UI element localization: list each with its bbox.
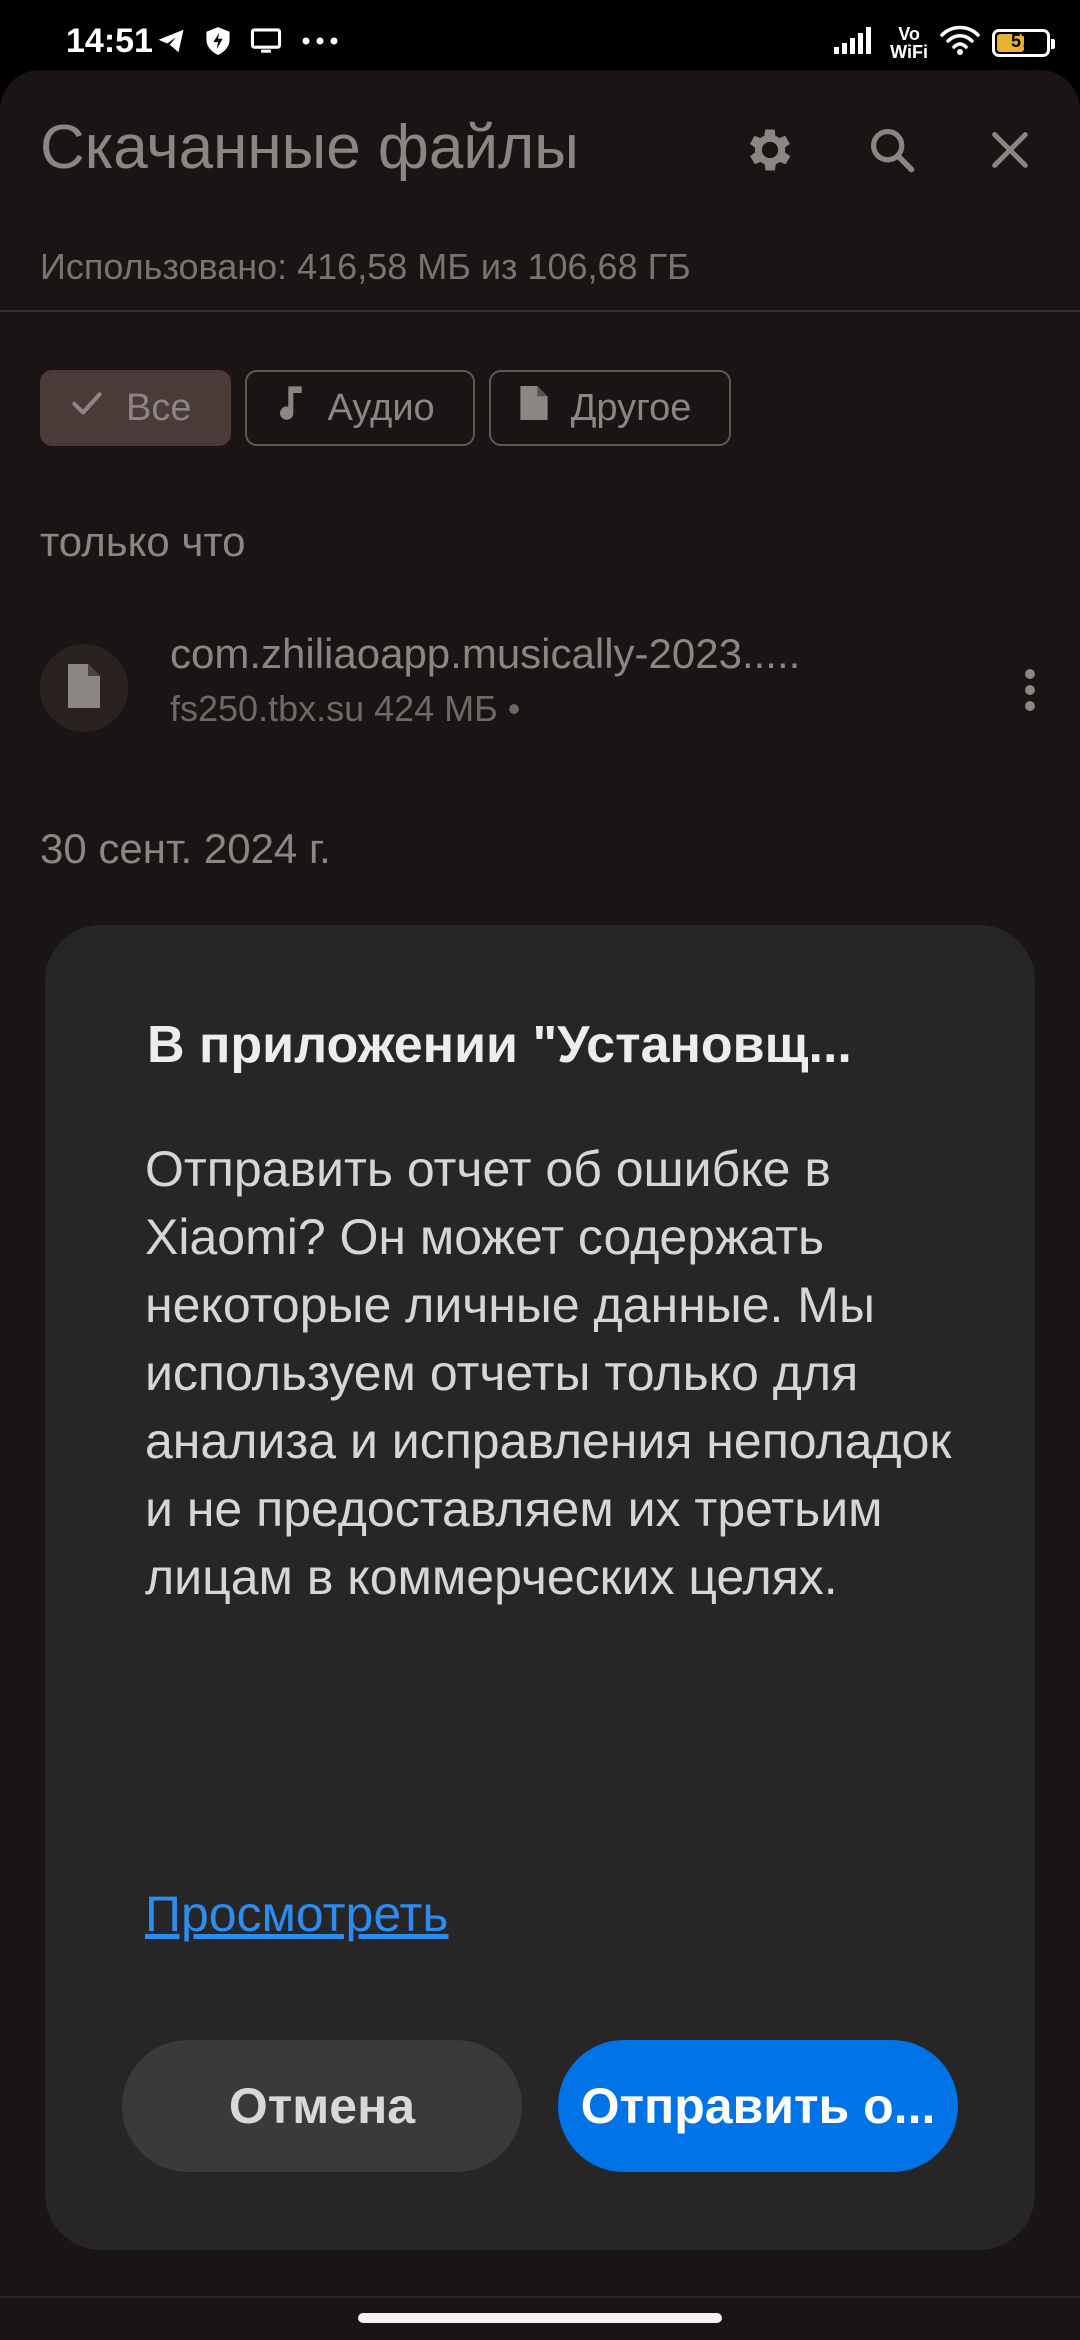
dialog-title: В приложении "Установщ...	[147, 1016, 852, 1074]
section-header: 30 сент. 2024 г.	[40, 825, 331, 872]
battery-tip	[1051, 38, 1055, 49]
status-notification-icons	[156, 26, 340, 61]
file-type-avatar	[40, 644, 128, 732]
telegram-icon	[156, 26, 186, 61]
vowifi-bottom: WiFi	[890, 41, 928, 62]
chip-audio[interactable]: Аудио	[245, 370, 475, 446]
chip-all[interactable]: Все	[40, 370, 232, 446]
chip-label: Все	[126, 386, 192, 429]
gear-icon[interactable]	[740, 120, 800, 180]
check-icon	[68, 384, 106, 432]
shield-icon	[204, 26, 232, 61]
header-divider	[0, 310, 1080, 312]
cancel-button[interactable]: Отмена	[122, 2040, 522, 2172]
monitor-icon	[250, 26, 282, 61]
vowifi-indicator: Vo WiFi	[890, 25, 928, 61]
more-vert-icon[interactable]	[1010, 650, 1050, 730]
file-icon	[64, 661, 104, 716]
send-report-button[interactable]: Отправить о...	[558, 2040, 958, 2172]
signal-icon	[834, 25, 878, 60]
chip-label: Другое	[570, 386, 692, 429]
file-list-item[interactable]: com.zhiliaoapp.musically-2023..... fs250…	[40, 630, 1050, 750]
music-note-icon	[273, 383, 307, 433]
close-icon[interactable]	[980, 120, 1040, 180]
storage-usage: Использовано: 416,58 МБ из 106,68 ГБ	[40, 246, 691, 287]
vowifi-top: Vo	[898, 23, 920, 44]
battery-text: 57	[1010, 30, 1032, 51]
dialog-message: Отправить отчет об ошибке в Xiaomi? Он м…	[145, 1141, 952, 1605]
screen: 14:51 Vo WiFi 57 Скачанные файлы Использ…	[0, 0, 1080, 2340]
bottom-divider	[0, 2296, 1080, 2298]
chip-label: Аудио	[327, 386, 435, 429]
error-report-dialog: В приложении "Установщ... Отправить отче…	[45, 925, 1035, 2250]
file-meta: fs250.tbx.su 424 МБ •	[170, 688, 521, 729]
chip-other[interactable]: Другое	[488, 370, 732, 446]
view-report-link[interactable]: Просмотреть	[145, 1885, 448, 1943]
battery-icon: 57	[992, 28, 1055, 57]
filter-chips: Все Аудио Другое	[40, 370, 732, 446]
status-system-icons: Vo WiFi 57	[834, 24, 1055, 61]
section-header: только что	[40, 518, 246, 565]
file-icon	[517, 382, 551, 434]
page-title: Скачанные файлы	[40, 113, 579, 182]
wifi-icon	[940, 24, 980, 61]
more-notifications-icon	[300, 26, 340, 61]
file-name: com.zhiliaoapp.musically-2023.....	[170, 630, 801, 677]
home-indicator[interactable]	[358, 2313, 722, 2323]
search-icon[interactable]	[862, 120, 922, 180]
status-time: 14:51	[66, 22, 153, 60]
